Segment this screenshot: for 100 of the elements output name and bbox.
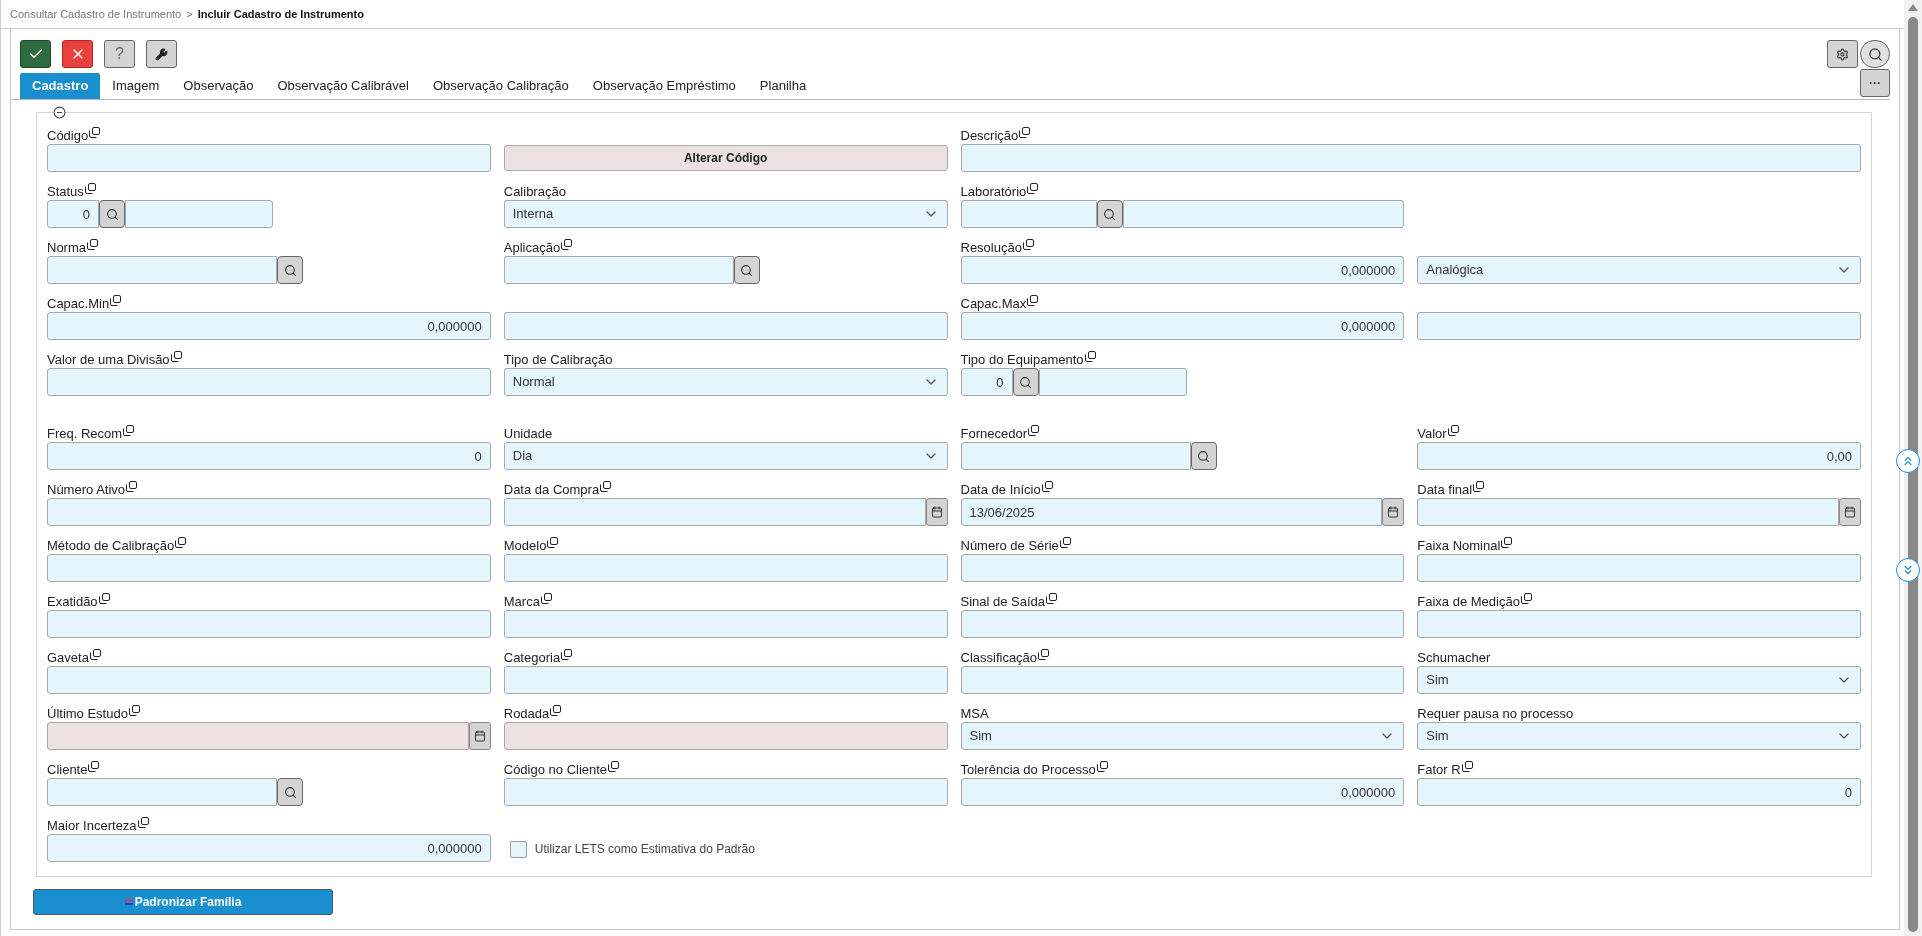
number-field[interactable]: 0,000000 bbox=[960, 778, 1405, 806]
copy-icon[interactable] bbox=[1027, 295, 1039, 306]
tools-button[interactable] bbox=[146, 40, 177, 68]
search-button[interactable] bbox=[277, 778, 303, 806]
settings-button[interactable] bbox=[1827, 40, 1858, 68]
lookup-field[interactable] bbox=[47, 778, 277, 806]
copy-icon[interactable] bbox=[561, 239, 573, 250]
calendar-button[interactable] bbox=[925, 498, 948, 526]
confirm-button[interactable] bbox=[20, 40, 51, 68]
copy-icon[interactable] bbox=[88, 761, 100, 772]
text-field[interactable] bbox=[47, 144, 491, 172]
number-field[interactable]: 0,00 bbox=[1417, 442, 1861, 470]
date-field[interactable] bbox=[503, 498, 926, 526]
text-field[interactable] bbox=[503, 554, 948, 582]
text-field[interactable] bbox=[503, 666, 948, 694]
copy-icon[interactable] bbox=[1096, 761, 1108, 772]
copy-icon[interactable] bbox=[1520, 593, 1532, 604]
search-button[interactable] bbox=[1860, 40, 1890, 68]
number-field[interactable]: 0,000000 bbox=[47, 312, 491, 340]
code-field[interactable]: 0 bbox=[47, 200, 99, 228]
text-field[interactable] bbox=[503, 610, 948, 638]
number-field[interactable]: 0,000000 bbox=[960, 256, 1405, 284]
number-field[interactable]: 0,000000 bbox=[960, 312, 1405, 340]
description-field[interactable] bbox=[1038, 368, 1187, 396]
copy-icon[interactable] bbox=[1028, 425, 1039, 436]
text-field[interactable] bbox=[503, 312, 948, 340]
text-field[interactable] bbox=[47, 554, 491, 582]
calendar-button[interactable] bbox=[1382, 498, 1405, 526]
code-field[interactable]: 0 bbox=[960, 368, 1013, 396]
search-button[interactable] bbox=[1012, 368, 1039, 396]
copy-icon[interactable] bbox=[1461, 761, 1473, 772]
copy-icon[interactable] bbox=[1473, 481, 1485, 492]
search-button[interactable] bbox=[733, 256, 760, 284]
copy-icon[interactable] bbox=[1019, 127, 1031, 138]
text-field[interactable] bbox=[960, 554, 1405, 582]
change-code-button[interactable]: Alterar Código bbox=[503, 145, 948, 171]
dropdown-field[interactable]: Interna bbox=[503, 200, 948, 228]
help-button[interactable]: ? bbox=[104, 40, 135, 68]
text-field[interactable] bbox=[47, 610, 491, 638]
copy-icon[interactable] bbox=[98, 593, 110, 604]
copy-icon[interactable] bbox=[1059, 537, 1071, 548]
text-field[interactable] bbox=[1417, 312, 1861, 340]
copy-icon[interactable] bbox=[175, 537, 187, 548]
dropdown-field[interactable]: Sim bbox=[1417, 722, 1861, 750]
copy-icon[interactable] bbox=[87, 239, 98, 250]
copy-icon[interactable] bbox=[561, 649, 573, 660]
scroll-up-button[interactable] bbox=[1896, 449, 1920, 473]
text-field[interactable] bbox=[960, 144, 1861, 172]
copy-icon[interactable] bbox=[600, 481, 612, 492]
checkbox[interactable] bbox=[509, 840, 527, 858]
copy-icon[interactable] bbox=[89, 127, 101, 138]
text-field[interactable] bbox=[960, 666, 1405, 694]
copy-icon[interactable] bbox=[1084, 351, 1096, 362]
search-button[interactable] bbox=[277, 256, 303, 284]
code-field[interactable] bbox=[960, 200, 1097, 228]
number-field[interactable]: 0 bbox=[47, 442, 491, 470]
dropdown-field[interactable]: Normal bbox=[503, 368, 948, 396]
text-field[interactable] bbox=[47, 498, 491, 526]
number-field[interactable]: 0 bbox=[1417, 778, 1861, 806]
number-field[interactable]: 0,000000 bbox=[47, 834, 491, 862]
lookup-field[interactable] bbox=[960, 442, 1191, 470]
scrollbar[interactable] bbox=[1904, 0, 1922, 936]
copy-icon[interactable] bbox=[608, 761, 620, 772]
tab[interactable]: Observação bbox=[171, 73, 266, 99]
more-button[interactable]: ··· bbox=[1860, 69, 1890, 97]
copy-icon[interactable] bbox=[1046, 593, 1058, 604]
tab[interactable]: Imagem bbox=[100, 73, 172, 99]
text-field[interactable] bbox=[47, 368, 491, 396]
tab[interactable]: Cadastro bbox=[20, 73, 101, 99]
search-button[interactable] bbox=[1190, 442, 1217, 470]
lookup-field[interactable] bbox=[47, 256, 277, 284]
copy-icon[interactable] bbox=[540, 593, 552, 604]
description-field[interactable] bbox=[1122, 200, 1405, 228]
lookup-field[interactable] bbox=[503, 256, 734, 284]
tab[interactable]: Observação Calibração bbox=[420, 73, 581, 99]
text-field[interactable] bbox=[1417, 554, 1861, 582]
text-field[interactable] bbox=[960, 610, 1405, 638]
search-button[interactable] bbox=[1096, 200, 1123, 228]
calendar-button[interactable] bbox=[468, 722, 491, 750]
search-button[interactable] bbox=[99, 200, 125, 228]
scroll-down-button[interactable] bbox=[1896, 558, 1920, 582]
text-field[interactable] bbox=[1417, 610, 1861, 638]
copy-icon[interactable] bbox=[84, 183, 96, 194]
description-field[interactable] bbox=[125, 200, 273, 228]
copy-icon[interactable] bbox=[1027, 183, 1039, 194]
copy-icon[interactable] bbox=[110, 295, 122, 306]
date-field[interactable] bbox=[1417, 498, 1839, 526]
copy-icon[interactable] bbox=[1041, 481, 1053, 492]
text-field[interactable] bbox=[503, 778, 948, 806]
copy-icon[interactable] bbox=[170, 351, 182, 362]
copy-icon[interactable] bbox=[1038, 649, 1050, 660]
copy-icon[interactable] bbox=[1501, 537, 1513, 548]
text-field[interactable] bbox=[47, 666, 491, 694]
calendar-button[interactable] bbox=[1839, 498, 1861, 526]
copy-icon[interactable] bbox=[547, 537, 559, 548]
dropdown-field[interactable]: Sim bbox=[960, 722, 1405, 750]
standardize-family-button[interactable]: Padronizar Família bbox=[33, 889, 333, 915]
collapse-icon[interactable] bbox=[53, 106, 66, 119]
cancel-button[interactable] bbox=[62, 40, 93, 68]
dropdown-field[interactable]: Sim bbox=[1417, 666, 1861, 694]
